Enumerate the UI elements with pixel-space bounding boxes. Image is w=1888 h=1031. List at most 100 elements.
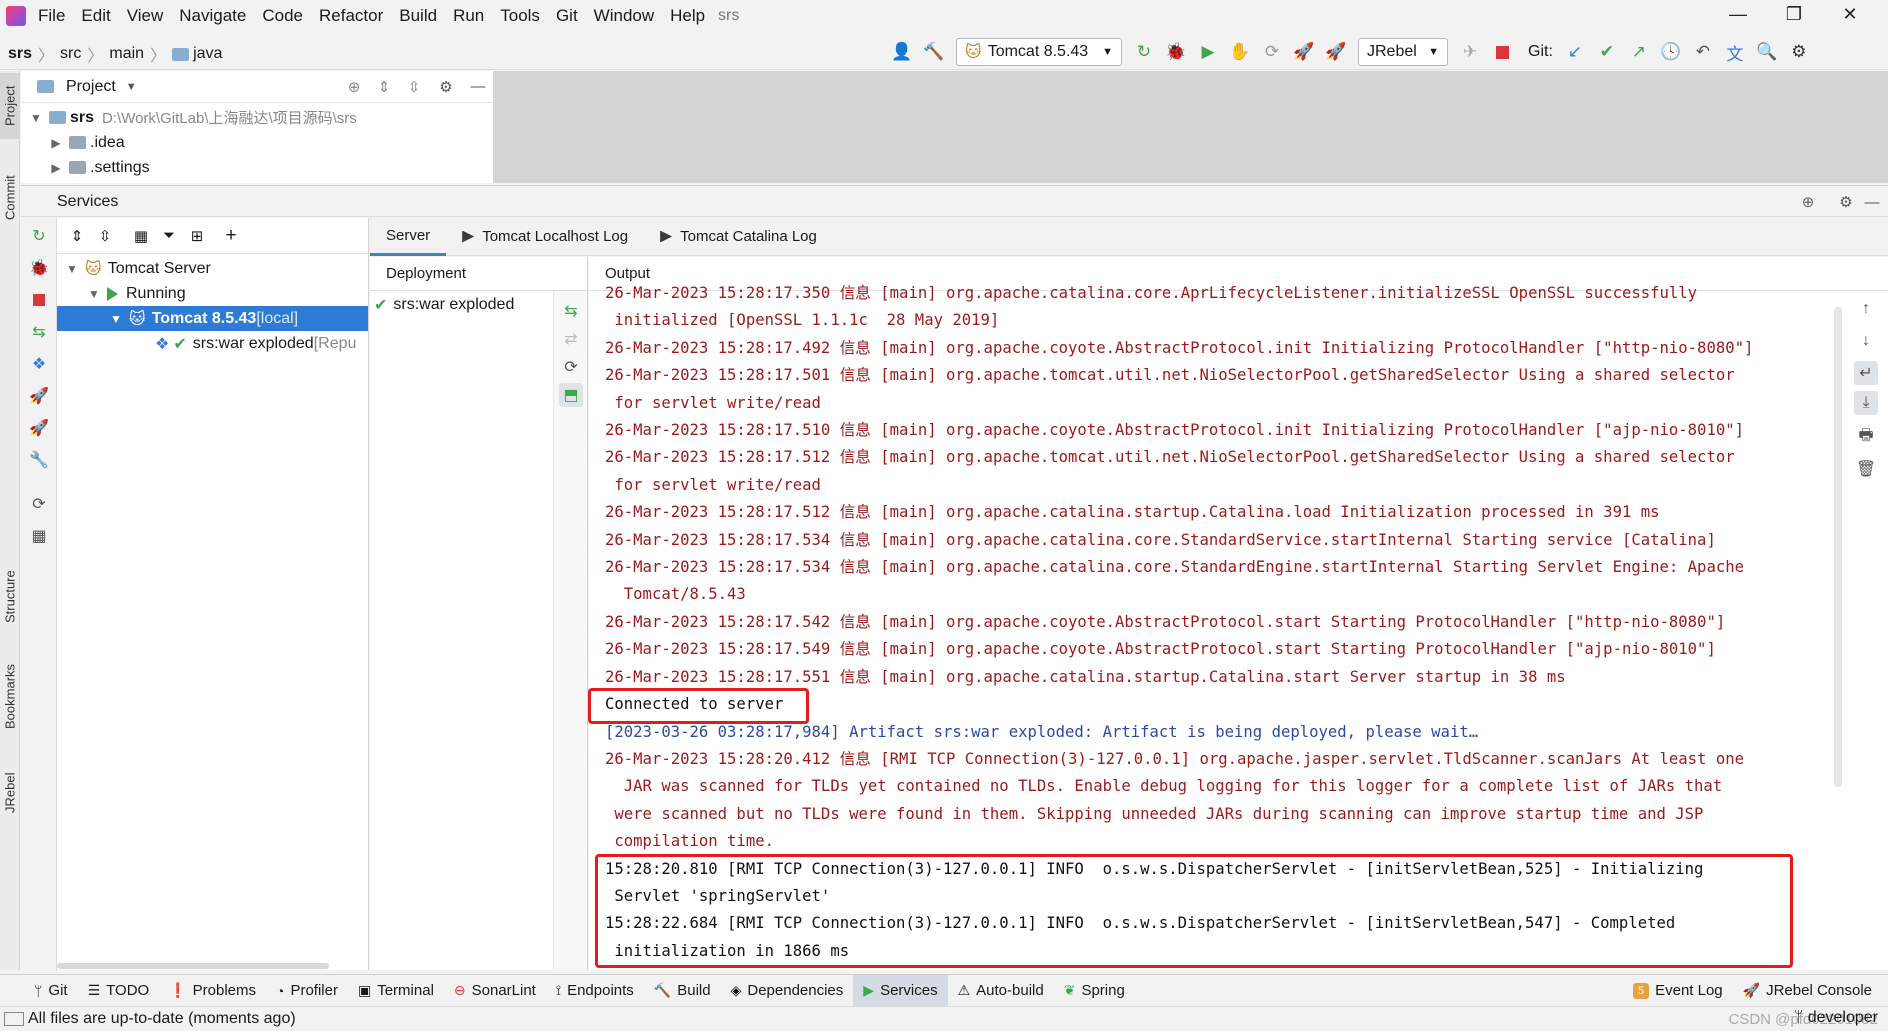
status-icon[interactable] [4,1012,24,1026]
add-icon[interactable]: + [217,222,245,250]
chevron-right-icon[interactable]: ▶ [49,161,63,175]
refresh-icon[interactable]: ⟳ [27,492,51,516]
git-commit-icon[interactable]: ✔ [1595,40,1619,64]
jrebel-debug-icon[interactable]: 🚀 [1324,40,1348,64]
gear-icon[interactable]: ⚙ [429,78,463,96]
chevron-down-icon[interactable]: ▼ [109,312,123,326]
bookmarks-tool-tab[interactable]: Bookmarks [0,651,20,741]
debug-icon[interactable]: 🐞 [27,256,51,280]
rerun-icon[interactable]: ↻ [1132,40,1156,64]
refresh-icon[interactable]: ⟳ [559,355,583,379]
console-scrollbar[interactable] [1834,307,1842,787]
tab-services[interactable]: ▶ Services [853,974,948,1007]
tab-git[interactable]: ᛘ Git [24,975,78,1007]
jrebel-config-select[interactable]: JRebel ▼ [1358,38,1448,66]
deploy-icon[interactable]: ⇆ [27,320,51,344]
restore-button[interactable]: ❐ [1766,4,1822,25]
tab-jrebel-console[interactable]: 🚀 JRebel Console [1733,975,1882,1007]
tree-horizontal-scrollbar[interactable] [57,963,329,969]
breadcrumb-java[interactable]: java [193,45,222,63]
jrebel-run-icon[interactable]: 🚀 [1292,40,1316,64]
tree-node-artifact[interactable]: ❖ ✔ srs:war exploded [Repu [57,331,368,356]
tab-problems[interactable]: ❗ Problems [159,975,266,1007]
menu-navigate[interactable]: Navigate [179,6,246,26]
breadcrumb-src[interactable]: src [60,45,81,63]
menu-edit[interactable]: Edit [81,6,110,26]
chevron-down-icon[interactable]: ▼ [87,287,101,301]
structure-tool-tab[interactable]: Structure [0,559,20,635]
tab-endpoints[interactable]: ⟟ Endpoints [546,975,644,1007]
menu-run[interactable]: Run [453,6,484,26]
tab-tomcat-catalina-log[interactable]: Tomcat Catalina Log [644,218,833,256]
search-icon[interactable]: 🔍 [1755,40,1779,64]
undeploy-icon[interactable]: ⇄ [559,327,583,351]
filter-icon[interactable]: ⏷ [155,222,183,250]
wrench-icon[interactable]: 🔧 [27,448,51,472]
layout-icon[interactable]: ▦ [27,524,51,548]
artifact-icon[interactable]: ❖ [27,352,51,376]
coverage-icon[interactable]: ▶ [1196,40,1220,64]
menu-file[interactable]: File [38,6,65,26]
tab-profiler[interactable]: ◔ Profiler [266,975,348,1007]
git-branch-status[interactable]: ᛘ developer [1794,1009,1878,1027]
tab-spring[interactable]: ❦ Spring [1054,975,1135,1007]
jrebel-debug-icon[interactable]: 🚀 [27,416,51,440]
breadcrumb-main[interactable]: main [109,45,144,63]
group-icon[interactable]: ▦ [127,222,155,250]
build-hammer-icon[interactable]: 🔨 [922,40,946,64]
menu-help[interactable]: Help [670,6,705,26]
more-run-icon[interactable]: ⟳ [1260,40,1284,64]
tab-dependencies[interactable]: ◈ Dependencies [721,975,854,1007]
tab-tomcat-localhost-log[interactable]: Tomcat Localhost Log [446,218,644,256]
tab-sonarlint[interactable]: ⊖ SonarLint [444,975,546,1007]
chevron-down-icon[interactable]: ▼ [65,262,79,276]
tree-item-idea[interactable]: ▶ .idea [21,130,493,155]
run-config-select[interactable]: 🐱 Tomcat 8.5.43 ▼ [956,38,1122,66]
rerun-icon[interactable]: ↻ [27,224,51,248]
tab-terminal[interactable]: ▣ Terminal [348,975,444,1007]
chevron-down-icon[interactable]: ▼ [126,81,137,93]
collapse-all-icon[interactable]: ⇳ [399,78,429,96]
gear-icon[interactable]: ⚙ [1834,191,1858,213]
tab-build[interactable]: 🔨 Build [644,975,721,1007]
debug-icon[interactable]: 🐞 [1164,40,1188,64]
hide-icon[interactable]: — [463,78,493,95]
clear-icon[interactable]: 🗑 [1854,457,1878,481]
menu-code[interactable]: Code [262,6,303,26]
jrebel-run-icon[interactable]: 🚀 [27,384,51,408]
minimize-button[interactable]: — [1710,4,1766,25]
chevron-right-icon[interactable]: ▶ [49,136,63,150]
menu-refactor[interactable]: Refactor [319,6,383,26]
menu-tools[interactable]: Tools [500,6,540,26]
chevron-down-icon[interactable]: ▼ [29,111,43,125]
up-arrow-icon[interactable]: ↑ [1854,297,1878,321]
settings-gear-icon[interactable]: ⚙ [1787,40,1811,64]
down-arrow-icon[interactable]: ↓ [1854,329,1878,353]
tab-event-log[interactable]: 5 Event Log [1623,975,1733,1007]
translate-icon[interactable]: 文 [1723,40,1747,64]
git-update-icon[interactable]: ↙ [1563,40,1587,64]
tree-node-running[interactable]: ▼ Running [57,281,368,306]
hide-icon[interactable]: — [1860,191,1884,213]
tab-todo[interactable]: ☰ TODO [78,975,160,1007]
profiler-icon[interactable]: ✋ [1228,40,1252,64]
soft-wrap-icon[interactable]: ↵ [1854,361,1878,385]
stop-icon[interactable] [1490,40,1514,64]
commit-tool-tab[interactable]: Commit [0,165,20,231]
collapse-all-icon[interactable]: ⇳ [91,222,119,250]
new-tab-icon[interactable]: ⊞ [183,222,211,250]
jrebel-update-icon[interactable]: ✈ [1458,40,1482,64]
user-icon[interactable]: 👤 [890,40,914,64]
locate-icon[interactable]: ⊕ [339,78,369,96]
stop-icon[interactable] [27,288,51,312]
tab-auto-build[interactable]: ⚠ Auto-build [948,975,1054,1007]
breadcrumb-srs[interactable]: srs [8,45,32,63]
menu-git[interactable]: Git [556,6,578,26]
expand-all-icon[interactable]: ⇕ [369,78,399,96]
expand-all-icon[interactable]: ⇕ [63,222,91,250]
jrebel-tool-tab[interactable]: JRebel [0,761,20,825]
tree-node-tomcat-instance[interactable]: ▼ 🐱 Tomcat 8.5.43 [local] [57,306,368,331]
tree-item-settings[interactable]: ▶ .settings [21,155,493,180]
deploy-all-icon[interactable]: ⇆ [559,299,583,323]
tab-server[interactable]: Server [370,218,447,256]
